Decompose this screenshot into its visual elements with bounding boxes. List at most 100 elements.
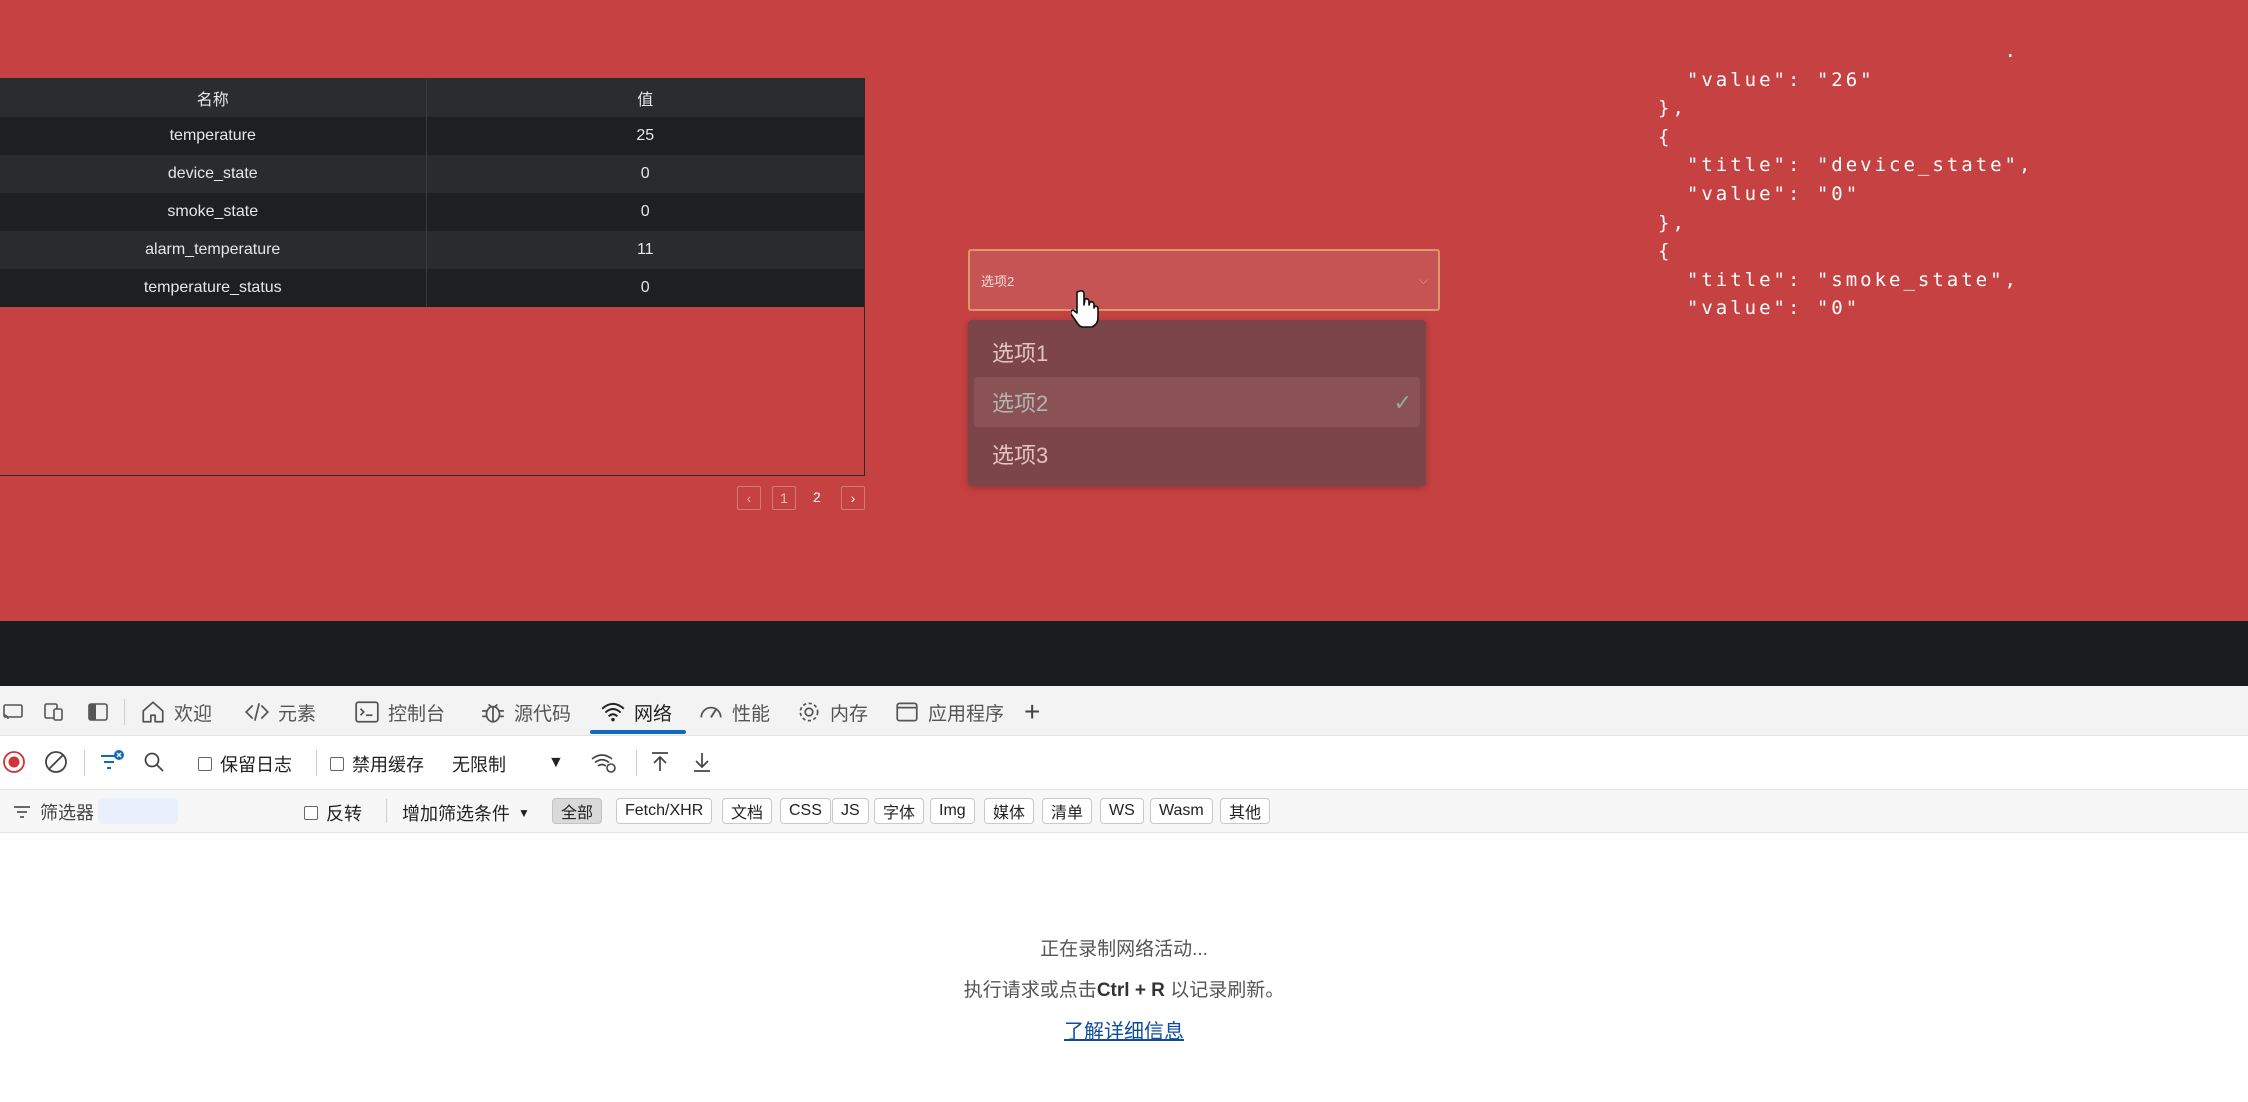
select-option-1[interactable]: 选项1	[974, 327, 1420, 377]
prev-page-button[interactable]: ‹	[737, 486, 761, 510]
gauge-icon	[698, 699, 724, 725]
upload-icon	[652, 752, 668, 771]
tab-welcome[interactable]: 欢迎	[140, 689, 212, 735]
tab-memory[interactable]: 内存	[796, 689, 868, 735]
filter-chip-manifest[interactable]: 清单	[1042, 798, 1093, 824]
download-icon	[694, 753, 710, 772]
filter-icon	[101, 750, 124, 769]
add-tab-button[interactable]: +	[1024, 689, 1040, 735]
row-name-cell: device_state	[0, 155, 427, 193]
preserve-log-checkbox[interactable]: 保留日志	[198, 751, 292, 777]
tab-label: 欢迎	[174, 703, 213, 725]
checkbox-label: 保留日志	[220, 755, 292, 775]
tab-label: 应用程序	[928, 703, 1005, 725]
filter-lines-icon	[14, 806, 30, 818]
search-button[interactable]	[142, 750, 166, 774]
record-button[interactable]	[2, 750, 26, 774]
tab-network[interactable]: 网络	[600, 689, 672, 735]
page-1-button[interactable]: 1	[772, 486, 796, 510]
filter-chip-other[interactable]: 其他	[1220, 798, 1271, 824]
clear-button[interactable]	[44, 750, 68, 774]
checkbox-label: 禁用缓存	[352, 755, 424, 775]
filter-chip-font[interactable]: 字体	[874, 798, 925, 824]
caret-down-icon: ▼	[518, 806, 530, 820]
column-header-name: 名称	[0, 79, 427, 117]
json-line: .	[1658, 40, 2019, 62]
code-icon	[244, 699, 270, 725]
row-name-cell: temperature	[0, 117, 427, 155]
device-toolbar-icon[interactable]	[42, 689, 66, 735]
filter-input[interactable]: 筛选器	[12, 799, 94, 825]
browser-dark-strip	[0, 621, 2248, 686]
tab-elements[interactable]: 元素	[244, 689, 316, 735]
gear-icon	[796, 699, 822, 725]
export-har-button[interactable]	[690, 750, 714, 774]
filter-chip-ws[interactable]: WS	[1100, 798, 1144, 824]
wifi-icon	[600, 699, 626, 725]
select-option-2[interactable]: 选项2 ✓	[974, 377, 1420, 427]
dock-side-icon[interactable]	[86, 689, 110, 735]
bug-icon	[480, 699, 506, 725]
row-name-cell: temperature_status	[0, 269, 427, 307]
network-conditions-button[interactable]	[590, 750, 618, 774]
checkbox-box	[198, 757, 212, 771]
option-label: 选项1	[992, 341, 1049, 366]
devtools-tabbar: 欢迎 元素 控制台 源代码 网络 性能 内存 应用程序 +	[0, 689, 2248, 735]
cast-icon[interactable]	[2, 689, 26, 735]
option-label: 选项2	[992, 391, 1049, 416]
import-har-button[interactable]	[648, 750, 672, 774]
filter-chip-img[interactable]: Img	[930, 798, 975, 824]
json-line: "value": "0"	[1658, 297, 1861, 320]
json-line: "value": "26"	[1658, 68, 1875, 91]
filter-chip-media[interactable]: 媒体	[984, 798, 1035, 824]
table-row: temperature 25	[0, 117, 864, 155]
page-2-button[interactable]: 2	[813, 489, 821, 505]
table-row: smoke_state 0	[0, 193, 864, 231]
record-icon	[3, 751, 25, 773]
select-option-3[interactable]: 选项3	[974, 429, 1420, 479]
next-page-button[interactable]: ›	[841, 486, 865, 510]
tab-console[interactable]: 控制台	[354, 689, 445, 735]
filter-chip-doc[interactable]: 文档	[722, 798, 773, 824]
throttling-value: 无限制	[452, 755, 506, 775]
tab-label: 元素	[278, 703, 317, 725]
option-select[interactable]: 选项2 ⌵	[968, 249, 1440, 311]
tab-separator	[124, 699, 125, 725]
window-icon	[894, 699, 920, 725]
learn-more-row: 了解详细信息	[0, 1015, 2248, 1044]
hand-cursor-icon	[1071, 289, 1099, 328]
filter-chip-fetch-xhr[interactable]: Fetch/XHR	[616, 798, 713, 824]
tab-sources[interactable]: 源代码	[480, 689, 571, 735]
toolbar-separator	[316, 750, 317, 776]
throttling-select[interactable]: 无限制	[452, 751, 506, 777]
filter-chip-wasm[interactable]: Wasm	[1150, 798, 1213, 824]
data-table: 名称 值 temperature 25 device_state 0 smoke…	[0, 78, 865, 476]
row-value-cell: 25	[636, 127, 655, 144]
tab-label: 网络	[634, 703, 673, 725]
filter-placeholder: 筛选器	[40, 803, 94, 823]
tab-application[interactable]: 应用程序	[894, 689, 1004, 735]
filter-chip-css[interactable]: CSS	[780, 798, 831, 824]
wifi-settings-icon	[591, 754, 616, 773]
checkbox-box	[330, 757, 344, 771]
learn-more-link[interactable]: 了解详细信息	[1064, 1021, 1184, 1043]
filter-toggle-button[interactable]	[98, 748, 126, 776]
search-icon	[144, 752, 164, 772]
invert-checkbox[interactable]: 反转	[304, 800, 362, 826]
tab-performance[interactable]: 性能	[698, 689, 770, 735]
checkbox-box	[304, 806, 318, 820]
filter-chip-js[interactable]: JS	[832, 798, 869, 824]
json-line: },	[1658, 97, 1687, 120]
filter-chip-all[interactable]: 全部	[552, 798, 603, 824]
hint-suffix: 以记录刷新。	[1164, 980, 1285, 1001]
row-name-cell: smoke_state	[0, 193, 427, 231]
filter-bar: 筛选器 反转 增加筛选条件 ▼ 全部 Fetch/XHR 文档 CSS JS 字…	[0, 789, 2248, 833]
json-line: "title": "device_state",	[1658, 154, 2034, 177]
disable-cache-checkbox[interactable]: 禁用缓存	[330, 751, 424, 777]
tab-label: 控制台	[388, 703, 446, 725]
json-line: "title": "smoke_state",	[1658, 268, 2019, 291]
more-filters-label: 增加筛选条件	[402, 804, 510, 824]
more-filters-button[interactable]: 增加筛选条件 ▼	[402, 800, 530, 826]
throttling-dropdown-icon[interactable]: ▼	[548, 754, 564, 772]
filter-input-field[interactable]	[98, 798, 178, 824]
